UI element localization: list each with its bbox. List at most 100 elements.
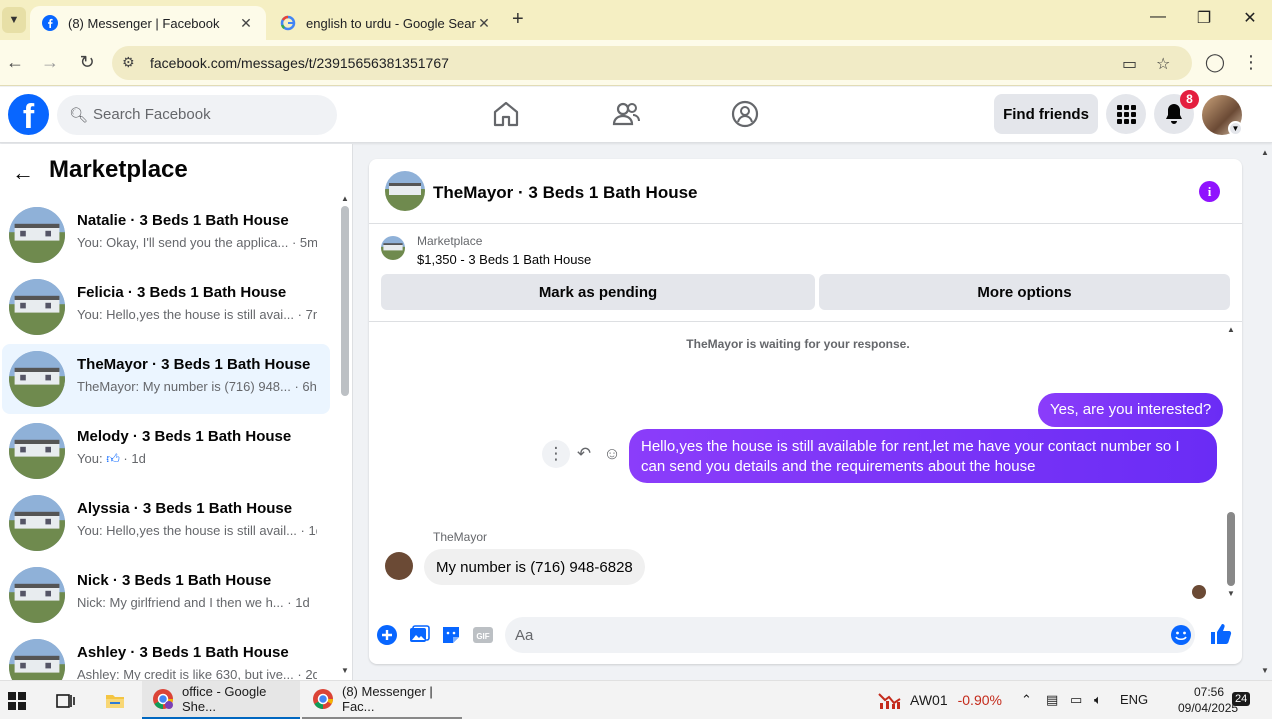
conversation-name: Alyssia · 3 Beds 1 Bath House xyxy=(77,500,293,517)
battery-saver-icon[interactable]: ▤ xyxy=(1046,692,1058,708)
conversation-item[interactable]: Nick · 3 Beds 1 Bath House Nick: My girlf… xyxy=(2,560,330,630)
reload-icon[interactable]: ↻ xyxy=(76,52,98,73)
react-smiley-icon[interactable]: ☺ xyxy=(598,440,626,468)
chat-title[interactable]: TheMayor · 3 Beds 1 Bath House xyxy=(433,183,698,203)
close-tab-icon[interactable]: ✕ xyxy=(476,15,492,32)
site-info-icon[interactable]: ⚙ xyxy=(122,54,135,71)
show-hidden-icons-chevron-icon[interactable]: ⌃ xyxy=(1021,692,1032,708)
new-tab-icon[interactable]: + xyxy=(512,8,524,31)
sticker-icon[interactable] xyxy=(440,624,462,646)
message-input[interactable] xyxy=(515,623,1115,647)
tab-search-dropdown-icon[interactable]: ▼ xyxy=(2,7,26,33)
bookmark-star-icon[interactable]: ☆ xyxy=(1156,54,1170,74)
conversation-name: TheMayor · 3 Beds 1 Bath House xyxy=(77,356,311,373)
conversation-item[interactable]: Melody · 3 Beds 1 Bath House You: 👍︎ · 1d xyxy=(2,416,330,486)
emoji-icon[interactable] xyxy=(1170,624,1192,646)
tab-google-search[interactable]: english to urdu - Google Search ✕ xyxy=(268,6,504,40)
page-scroll-up-icon[interactable]: ▲ xyxy=(1261,148,1269,157)
find-friends-button[interactable]: Find friends xyxy=(994,94,1098,134)
listing-thumbnail[interactable] xyxy=(381,236,405,260)
gif-icon[interactable]: GIF xyxy=(472,624,494,646)
chat-window: TheMayor · 3 Beds 1 Bath House i Marketp… xyxy=(369,159,1242,664)
house-photo-icon xyxy=(385,171,425,211)
listing-photo xyxy=(9,207,65,263)
tab-messenger[interactable]: (8) Messenger | Facebook ✕ xyxy=(30,6,266,40)
browser-tab-bar: ▼ (8) Messenger | Facebook ✕ english to … xyxy=(0,0,1272,40)
chat-listing-avatar[interactable] xyxy=(385,171,425,211)
scroll-up-arrow-icon[interactable]: ▲ xyxy=(1227,325,1235,334)
thumbs-up-icon[interactable] xyxy=(1209,622,1233,646)
house-photo-icon xyxy=(381,236,405,260)
sender-avatar[interactable] xyxy=(385,552,413,580)
url-text[interactable]: facebook.com/messages/t/2391565638135176… xyxy=(150,55,449,71)
windows-start-icon[interactable] xyxy=(6,690,28,712)
scroll-down-arrow-icon[interactable]: ▼ xyxy=(1227,589,1235,598)
system-clock[interactable]: 07:56 09/04/2025 xyxy=(1178,684,1238,716)
groups-icon[interactable] xyxy=(730,99,760,129)
conversation-snippet-text: You: Hello,yes the house is still avail.… xyxy=(77,523,297,538)
conversation-name: Nick · 3 Beds 1 Bath House xyxy=(77,572,272,589)
outgoing-message[interactable]: Yes, are you interested? xyxy=(1038,393,1224,427)
listing-photo xyxy=(9,351,65,407)
file-explorer-icon[interactable] xyxy=(104,690,126,712)
notification-center-icon[interactable]: 24 xyxy=(1232,691,1251,706)
forward-icon[interactable]: → xyxy=(39,52,61,73)
volume-icon[interactable]: 🔈︎ xyxy=(1094,692,1102,708)
network-icon[interactable]: ▭ xyxy=(1070,692,1082,708)
windows-taskbar: office - Google She... (8) Messenger | F… xyxy=(0,680,1272,719)
close-window-icon[interactable]: ✕ xyxy=(1235,8,1265,28)
conversation-snippet: TheMayor: My number is (716) 948... · 6h xyxy=(77,379,317,394)
tab-title: (8) Messenger | Facebook xyxy=(68,15,220,31)
conversation-time: · 1d xyxy=(123,451,146,466)
conversation-item[interactable]: Ashley · 3 Beds 1 Bath House Ashley: My c… xyxy=(2,632,330,680)
add-more-icon[interactable] xyxy=(376,624,398,646)
back-icon[interactable]: ← xyxy=(4,52,26,73)
incoming-message[interactable]: My number is (716) 948-6828 xyxy=(424,549,645,585)
reply-icon[interactable]: ↶ xyxy=(570,440,598,468)
facebook-search-input[interactable]: 🔍︎ Search Facebook xyxy=(57,95,337,135)
facebook-logo-letter: f xyxy=(22,98,35,135)
listing-price-title[interactable]: $1,350 - 3 Beds 1 Bath House xyxy=(417,252,591,267)
scroll-down-arrow-icon[interactable]: ▼ xyxy=(341,666,349,675)
back-arrow-icon[interactable]: ← xyxy=(12,160,34,186)
attach-photo-icon[interactable] xyxy=(408,624,430,646)
menu-kebab-icon[interactable]: ⋮ xyxy=(1240,52,1262,73)
chat-scrollbar[interactable] xyxy=(1227,512,1235,586)
facebook-logo[interactable]: f xyxy=(8,94,49,135)
conversation-snippet-text: You: Okay, I'll send you the applica... xyxy=(77,235,289,250)
tab-title: english to urdu - Google Search xyxy=(306,15,476,31)
taskbar-app-label: (8) Messenger | Fac... xyxy=(342,684,433,714)
conversation-snippet: Nick: My girlfriend and I then we h... ·… xyxy=(77,595,317,610)
task-view-icon[interactable] xyxy=(54,690,76,712)
conversation-info-icon[interactable]: i xyxy=(1199,181,1220,202)
conversation-item[interactable]: Alyssia · 3 Beds 1 Bath House You: Hello,… xyxy=(2,488,330,558)
profile-icon[interactable]: ◯ xyxy=(1204,52,1226,73)
taskbar-app-google-sheets[interactable]: office - Google She... xyxy=(142,681,300,719)
install-app-icon[interactable]: ▭ xyxy=(1122,54,1137,74)
stock-widget[interactable]: AW01 -0.90% xyxy=(878,691,1002,709)
more-options-button[interactable]: More options xyxy=(819,274,1230,310)
scroll-up-arrow-icon[interactable]: ▲ xyxy=(341,194,349,203)
conversation-item[interactable]: Natalie · 3 Beds 1 Bath House You: Okay, … xyxy=(2,200,330,270)
input-language[interactable]: ENG xyxy=(1120,692,1148,707)
mark-as-pending-button[interactable]: Mark as pending xyxy=(381,274,815,310)
friends-icon[interactable] xyxy=(611,99,641,129)
page-scroll-down-icon[interactable]: ▼ xyxy=(1261,666,1269,675)
restore-icon[interactable]: ❐ xyxy=(1189,8,1219,28)
conversation-item[interactable]: TheMayor · 3 Beds 1 Bath House TheMayor: … xyxy=(2,344,330,414)
svg-text:GIF: GIF xyxy=(476,632,489,641)
panel-title: Marketplace xyxy=(49,156,188,183)
message-composer[interactable] xyxy=(505,617,1195,653)
more-actions-icon[interactable]: ⋮ xyxy=(542,440,570,468)
account-chevron-icon[interactable]: ▼ xyxy=(1228,121,1243,136)
address-bar[interactable]: ⚙ facebook.com/messages/t/23915656381351… xyxy=(112,46,1192,80)
left-panel-scrollbar[interactable] xyxy=(341,206,349,396)
conversation-item[interactable]: Felicia · 3 Beds 1 Bath House You: Hello,… xyxy=(2,272,330,342)
menu-grid-icon[interactable] xyxy=(1106,94,1146,134)
outgoing-message[interactable]: Hello,yes the house is still available f… xyxy=(629,429,1217,483)
taskbar-app-messenger[interactable]: (8) Messenger | Fac... xyxy=(302,681,462,719)
close-tab-icon[interactable]: ✕ xyxy=(238,15,254,32)
home-icon[interactable] xyxy=(491,99,521,129)
minimize-icon[interactable]: — xyxy=(1143,8,1173,26)
conversation-time: · 5m xyxy=(291,235,317,250)
